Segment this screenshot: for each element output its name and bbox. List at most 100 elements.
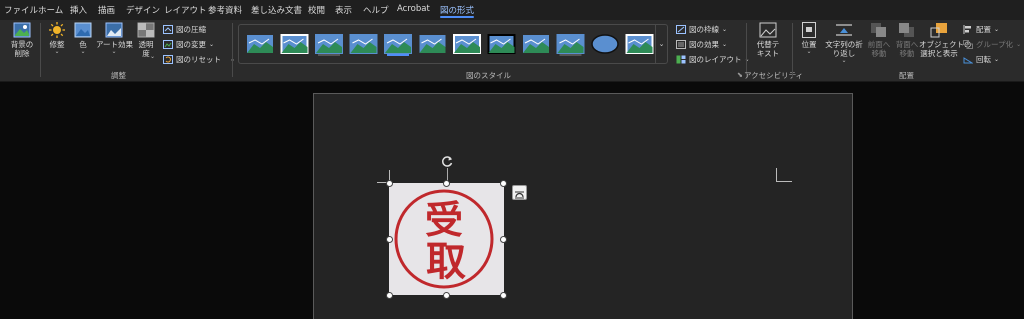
divider [746, 23, 747, 77]
picture-border-label: 図の枠線 [689, 25, 719, 34]
tab-design[interactable]: デザイン [126, 4, 160, 16]
picture-style-thumbnail[interactable] [280, 34, 309, 54]
reset-picture-label: 図のリセット [176, 55, 221, 64]
picture-border-icon [676, 25, 686, 34]
chevron-down-icon: ⌄ [54, 48, 60, 55]
align-label: 配置 [976, 25, 991, 34]
remove-background-label: 背景の 削除 [10, 40, 34, 58]
rotate-button[interactable]: 回転 ⌄ [963, 54, 999, 65]
tab-insert[interactable]: 挿入 [70, 4, 87, 16]
picture-style-thumbnail[interactable] [487, 34, 516, 54]
picture-style-thumbnail[interactable] [349, 34, 378, 54]
chevron-down-icon: ⌄ [1016, 41, 1022, 48]
change-picture-button[interactable]: 図の変更 ⌄ [163, 39, 214, 50]
bring-forward-label: 前面へ 移動 [867, 40, 891, 58]
selection-pane-button[interactable]: オブジェクトの 選択と表示 [919, 22, 972, 58]
tab-help[interactable]: ヘルプ [363, 4, 389, 16]
picture-style-thumbnail[interactable] [247, 35, 273, 53]
position-icon [802, 22, 816, 38]
resize-handle-top-left[interactable] [386, 180, 393, 187]
change-picture-label: 図の変更 [176, 40, 206, 49]
remove-background-button[interactable]: 背景の 削除 [6, 22, 38, 58]
adjust-group-label: 調整 [111, 71, 126, 80]
chevron-down-icon: ⌄ [658, 40, 665, 48]
picture-style-thumbnail[interactable] [384, 34, 412, 56]
picture-layout-icon [676, 55, 686, 64]
chevron-down-icon: ⌄ [722, 41, 728, 48]
tab-draw[interactable]: 描画 [98, 4, 115, 16]
layout-options-button[interactable] [512, 185, 527, 200]
resize-handle-top[interactable] [443, 180, 450, 187]
chevron-down-icon: ⌄ [806, 48, 812, 55]
rotate-label: 回転 [976, 55, 991, 64]
group-label: グループ化 [976, 40, 1014, 49]
alt-text-label: 代替テ キスト [756, 40, 780, 58]
picture-style-thumbnail[interactable] [625, 34, 654, 54]
color-button[interactable]: 色 ⌄ [72, 22, 94, 55]
sun-icon [49, 22, 65, 38]
rotate-handle-icon[interactable] [441, 155, 454, 168]
resize-handle-right[interactable] [500, 236, 507, 243]
tab-references[interactable]: 参考資料 [208, 4, 242, 16]
resize-handle-bottom[interactable] [443, 292, 450, 299]
wrap-text-label: 文字列の折 り返し [825, 40, 863, 58]
align-button[interactable]: 配置 ⌄ [963, 24, 999, 35]
chevron-down-icon: ⌄ [80, 48, 86, 55]
align-icon [963, 25, 971, 34]
position-button[interactable]: 位置 ⌄ [798, 22, 820, 55]
picture-layout-button[interactable]: 図のレイアウト ⌄ [676, 54, 750, 65]
corrections-button[interactable]: 修整 ⌄ [44, 22, 70, 55]
divider [792, 23, 793, 77]
transparency-icon [137, 22, 155, 38]
tab-review[interactable]: 校閲 [308, 4, 325, 16]
wrap-text-button[interactable]: 文字列の折 り返し ⌄ [824, 22, 864, 64]
remove-background-icon [13, 22, 31, 38]
gallery-more-button[interactable]: ⌄ [655, 25, 667, 63]
picture-effects-button[interactable]: 図の効果 ⌄ [676, 39, 727, 50]
compress-icon [163, 25, 173, 34]
alt-text-icon [759, 22, 777, 38]
active-tab-indicator [440, 16, 474, 18]
tab-acrobat[interactable]: Acrobat [397, 4, 430, 14]
alt-text-button[interactable]: 代替テ キスト [752, 22, 784, 58]
tab-picture-format[interactable]: 図の形式 [440, 4, 474, 16]
picture-border-button[interactable]: 図の枠線 ⌄ [676, 24, 727, 35]
dialog-launcher-icon[interactable]: ⬊ [737, 71, 743, 79]
send-backward-icon [899, 23, 914, 37]
picture-effects-icon [676, 40, 686, 49]
tab-view[interactable]: 表示 [335, 4, 352, 16]
style-thumbnails [247, 34, 654, 56]
resize-handle-bottom-left[interactable] [386, 292, 393, 299]
picture-style-thumbnail[interactable] [556, 34, 585, 56]
picture-style-thumbnail[interactable] [591, 34, 619, 54]
arrange-group-label: 配置 [899, 71, 914, 80]
accessibility-group-label: アクセシビリティ [744, 71, 804, 80]
bring-forward-button[interactable]: 前面へ 移動 [866, 22, 892, 58]
divider [232, 23, 233, 77]
picture-style-thumbnail[interactable] [453, 34, 481, 54]
tab-mailings[interactable]: 差し込み文書 [251, 4, 302, 16]
tab-home[interactable]: ホーム [38, 4, 63, 16]
stamp-picture[interactable]: 受 取 [389, 183, 504, 295]
resize-handle-bottom-right[interactable] [500, 292, 507, 299]
reset-picture-button[interactable]: 図のリセット ⌄ [163, 54, 235, 65]
tab-file[interactable]: ファイル [4, 4, 38, 16]
picture-style-thumbnail[interactable] [315, 34, 343, 56]
resize-handle-left[interactable] [386, 236, 393, 243]
group-button[interactable]: グループ化 ⌄ [963, 39, 1021, 50]
crop-mark [776, 168, 792, 182]
selection-pane-icon [930, 23, 947, 38]
picture-style-thumbnail[interactable] [523, 35, 549, 53]
chevron-down-icon: ⌄ [209, 41, 215, 48]
chevron-down-icon: ⌄ [994, 56, 1000, 63]
chevron-down-icon: ⌄ [111, 48, 117, 55]
layout-options-icon [515, 191, 524, 199]
picture-style-thumbnail[interactable] [419, 35, 446, 53]
resize-handle-top-right[interactable] [500, 180, 507, 187]
send-backward-label: 背面へ 移動 [895, 40, 919, 58]
send-backward-button[interactable]: 背面へ 移動 [894, 22, 920, 58]
compress-pictures-button[interactable]: 図の圧縮 [163, 24, 206, 35]
tab-layout[interactable]: レイアウト [164, 4, 207, 16]
artistic-effects-button[interactable]: アート効果 ⌄ [96, 22, 133, 55]
artistic-effects-icon [105, 22, 123, 38]
